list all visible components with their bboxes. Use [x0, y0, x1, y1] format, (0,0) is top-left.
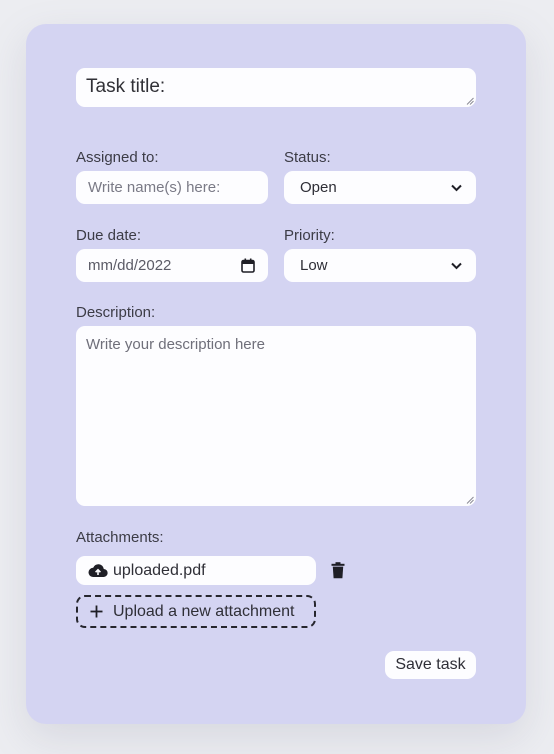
attachment-file-name: uploaded.pdf: [113, 561, 206, 579]
chevron-down-icon: [448, 258, 464, 274]
task-title-placeholder: Task title:: [86, 76, 166, 97]
description-textarea[interactable]: Write your description here: [76, 326, 476, 506]
upload-attachment-label: Upload a new attachment: [113, 602, 295, 620]
status-select[interactable]: Open: [284, 171, 476, 204]
priority-label: Priority:: [284, 227, 335, 244]
trash-icon[interactable]: [330, 561, 346, 580]
due-date-input[interactable]: mm/dd/2022: [76, 249, 268, 282]
plus-icon: [90, 605, 103, 618]
assigned-to-placeholder: Write name(s) here:: [88, 179, 221, 196]
save-task-button[interactable]: Save task: [385, 651, 476, 679]
status-label: Status:: [284, 149, 331, 166]
priority-value: Low: [300, 257, 328, 274]
task-form-card: Task title: Assigned to: Write name(s) h…: [26, 24, 526, 724]
due-date-value: mm/dd/2022: [88, 257, 172, 274]
upload-attachment-button[interactable]: Upload a new attachment: [76, 595, 316, 628]
resize-grip-icon[interactable]: [466, 97, 474, 105]
priority-select[interactable]: Low: [284, 249, 476, 282]
description-placeholder: Write your description here: [86, 336, 265, 353]
due-date-label: Due date:: [76, 227, 142, 244]
attachments-label: Attachments:: [76, 529, 164, 546]
attachment-item[interactable]: uploaded.pdf: [76, 556, 316, 585]
cloud-upload-icon: [88, 563, 108, 578]
resize-grip-icon[interactable]: [466, 496, 474, 504]
description-label: Description:: [76, 304, 156, 321]
chevron-down-icon: [448, 180, 464, 196]
calendar-icon[interactable]: [240, 258, 256, 274]
status-value: Open: [300, 179, 337, 196]
task-title-input[interactable]: Task title:: [76, 68, 476, 107]
assigned-to-label: Assigned to:: [76, 149, 159, 166]
assigned-to-input[interactable]: Write name(s) here:: [76, 171, 268, 204]
